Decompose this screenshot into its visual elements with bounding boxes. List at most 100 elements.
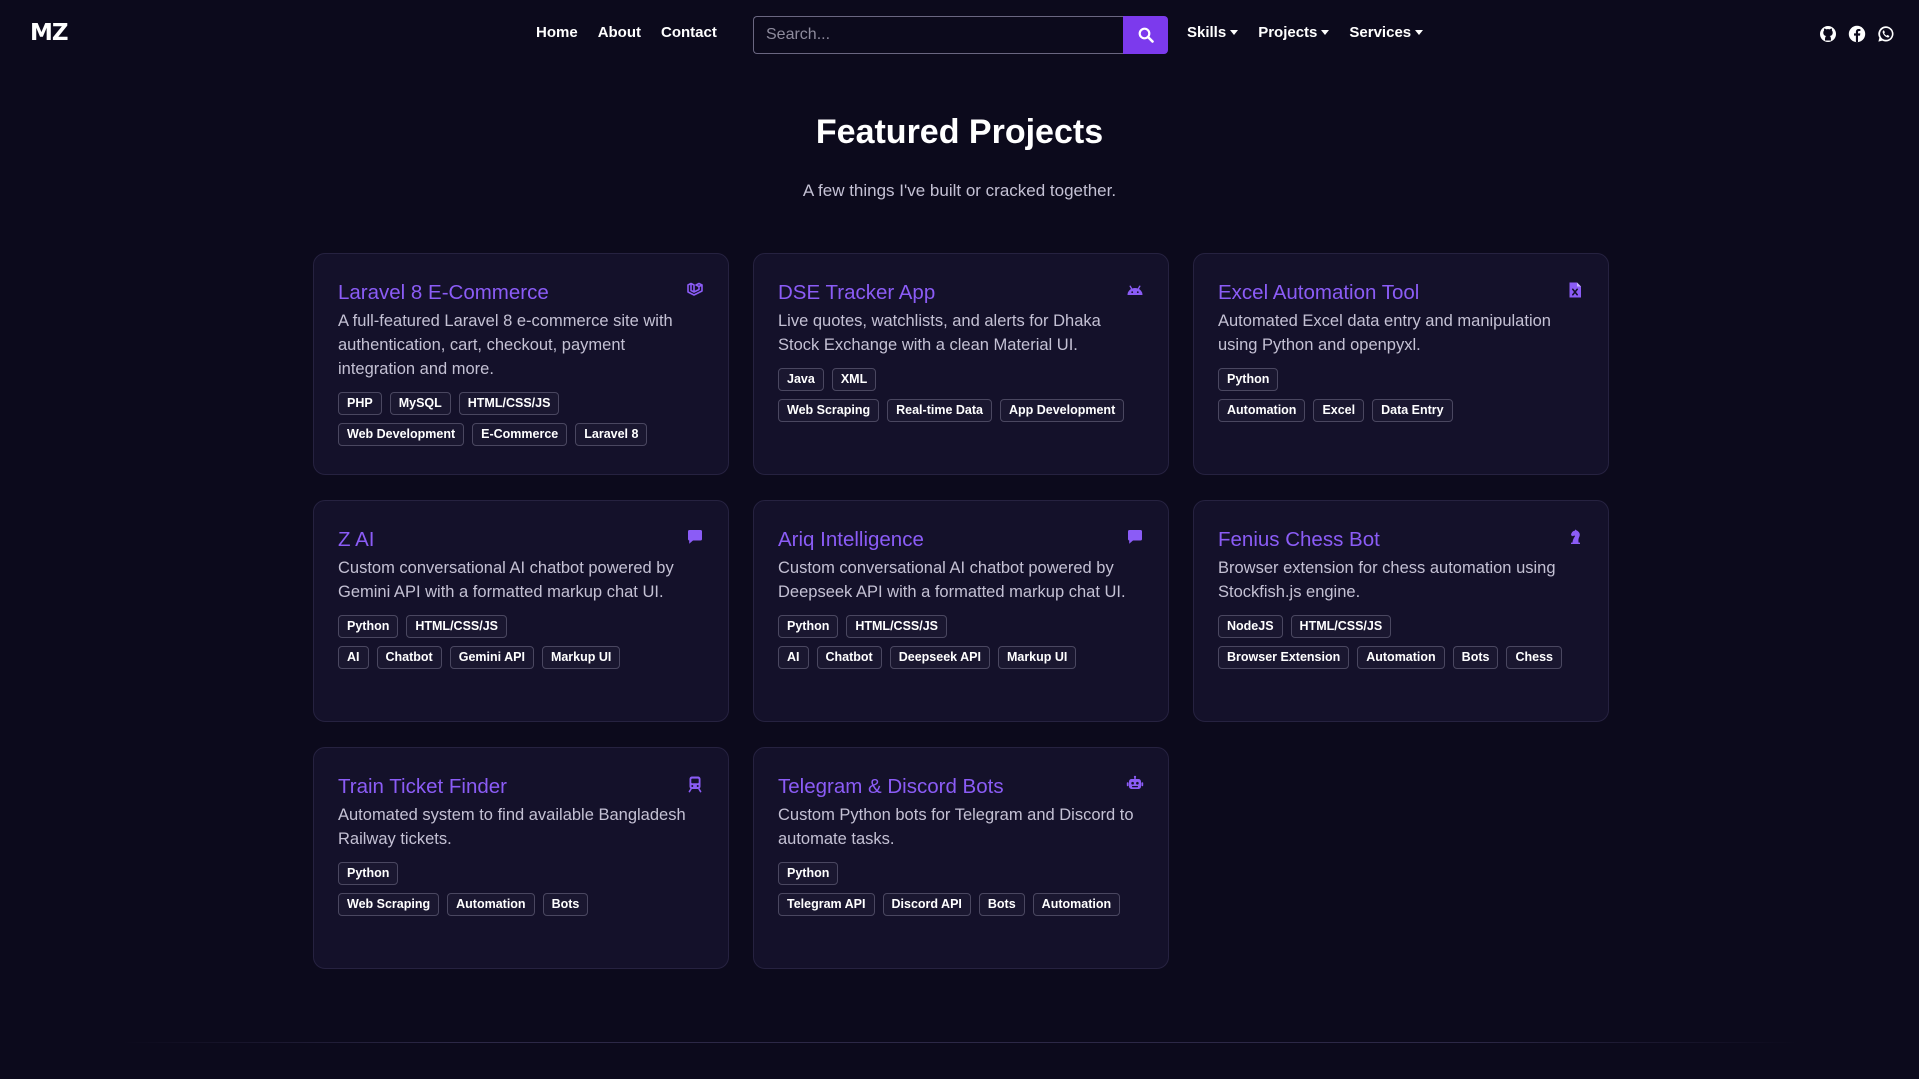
- tech-tag: Python: [778, 615, 839, 638]
- category-tags: AI Chatbot Gemini API Markup UI: [338, 646, 704, 669]
- tech-tags: Python: [338, 862, 704, 885]
- category-tag: Automation: [447, 893, 535, 916]
- project-title[interactable]: Excel Automation Tool: [1218, 278, 1584, 308]
- category-tag: Discord API: [882, 893, 971, 916]
- search-input[interactable]: [753, 16, 1123, 54]
- category-tag: Bots: [1452, 646, 1499, 669]
- project-description: Custom conversational AI chatbot powered…: [338, 559, 674, 601]
- nav-dropdowns: Skills Projects Services: [1187, 24, 1424, 41]
- projects-grid: Laravel 8 E-Commerce A full-featured Lar…: [313, 253, 1609, 969]
- project-title[interactable]: Train Ticket Finder: [338, 772, 704, 802]
- whatsapp-icon[interactable]: [1877, 25, 1895, 43]
- project-description: Browser extension for chess automation u…: [1218, 559, 1556, 601]
- category-tag: Markup UI: [997, 646, 1077, 669]
- category-tag: App Development: [999, 399, 1125, 422]
- dropdown-projects[interactable]: Projects: [1258, 24, 1330, 41]
- project-card-train-ticket-finder[interactable]: Train Ticket Finder Automated system to …: [313, 747, 729, 969]
- project-title[interactable]: DSE Tracker App: [778, 278, 1144, 308]
- project-description: Custom Python bots for Telegram and Disc…: [778, 806, 1134, 848]
- category-tags: Web Scraping Automation Bots: [338, 893, 704, 916]
- project-description: Automated Excel data entry and manipulat…: [1218, 312, 1551, 354]
- caret-down-icon: [1415, 30, 1424, 35]
- project-card-laravel-ecommerce[interactable]: Laravel 8 E-Commerce A full-featured Lar…: [313, 253, 729, 475]
- category-tag: AI: [778, 646, 809, 669]
- tech-tags: Python: [1218, 368, 1584, 391]
- project-title[interactable]: Ariq Intelligence: [778, 525, 1144, 555]
- category-tag: Web Scraping: [778, 399, 880, 422]
- category-tag: AI: [338, 646, 369, 669]
- tech-tag: HTML/CSS/JS: [1290, 615, 1392, 638]
- dropdown-skills-label: Skills: [1187, 24, 1227, 41]
- project-title[interactable]: Fenius Chess Bot: [1218, 525, 1584, 555]
- train-icon: [688, 776, 702, 793]
- chess-knight-icon: [1571, 529, 1580, 544]
- category-tag: Excel: [1313, 399, 1365, 422]
- tech-tag: XML: [831, 368, 877, 391]
- search-icon: [1138, 27, 1154, 43]
- project-card-fenius-chess-bot[interactable]: Fenius Chess Bot Browser extension for c…: [1193, 500, 1609, 722]
- category-tag: Automation: [1357, 646, 1445, 669]
- project-description: Custom conversational AI chatbot powered…: [778, 559, 1126, 601]
- category-tag: Web Development: [338, 423, 465, 446]
- category-tag: Laravel 8: [575, 423, 648, 446]
- project-card-ariq-intelligence[interactable]: Ariq Intelligence Custom conversational …: [753, 500, 1169, 722]
- chat-icon: [1128, 530, 1142, 544]
- facebook-icon[interactable]: [1848, 25, 1866, 43]
- section-title: Featured Projects: [815, 113, 1104, 151]
- category-tag: Data Entry: [1372, 399, 1453, 422]
- navbar: MZ Home About Contact Skills Projects Se…: [0, 0, 1919, 68]
- tech-tag: Java: [778, 368, 824, 391]
- tech-tags: Python: [778, 862, 1144, 885]
- project-card-dse-tracker[interactable]: DSE Tracker App Live quotes, watchlists,…: [753, 253, 1169, 475]
- category-tag: Real-time Data: [887, 399, 992, 422]
- category-tags: Browser Extension Automation Bots Chess: [1218, 646, 1584, 669]
- tech-tag: HTML/CSS/JS: [458, 392, 560, 415]
- dropdown-services[interactable]: Services: [1349, 24, 1424, 41]
- tech-tag: MySQL: [389, 392, 451, 415]
- site-logo[interactable]: MZ: [30, 20, 69, 46]
- footer-divider: [120, 1042, 1800, 1043]
- project-card-excel-automation[interactable]: Excel Automation Tool Automated Excel da…: [1193, 253, 1609, 475]
- tech-tags: Python HTML/CSS/JS: [778, 615, 1144, 638]
- project-description: A full-featured Laravel 8 e-commerce sit…: [338, 312, 673, 378]
- category-tag: Automation: [1218, 399, 1306, 422]
- category-tag: Deepseek API: [889, 646, 990, 669]
- project-title[interactable]: Laravel 8 E-Commerce: [338, 278, 704, 308]
- tech-tag: Python: [778, 862, 839, 885]
- nav-links: Home About Contact: [536, 24, 717, 41]
- search-button[interactable]: [1123, 16, 1168, 54]
- tech-tag: Python: [338, 615, 399, 638]
- category-tag: Telegram API: [778, 893, 875, 916]
- tech-tag: PHP: [338, 392, 382, 415]
- category-tag: Chatbot: [816, 646, 882, 669]
- project-description: Automated system to find available Bangl…: [338, 806, 686, 848]
- project-card-telegram-discord-bots[interactable]: Telegram & Discord Bots Custom Python bo…: [753, 747, 1169, 969]
- category-tags: AI Chatbot Deepseek API Markup UI: [778, 646, 1144, 669]
- android-icon: [1127, 285, 1143, 295]
- dropdown-skills[interactable]: Skills: [1187, 24, 1239, 41]
- github-icon[interactable]: [1819, 25, 1837, 43]
- dropdown-services-label: Services: [1349, 24, 1412, 41]
- tech-tags: PHP MySQL HTML/CSS/JS: [338, 392, 704, 415]
- search-form: [753, 16, 1168, 54]
- tech-tags: NodeJS HTML/CSS/JS: [1218, 615, 1584, 638]
- project-card-z-ai[interactable]: Z AI Custom conversational AI chatbot po…: [313, 500, 729, 722]
- nav-link-about[interactable]: About: [598, 24, 641, 41]
- chat-icon: [688, 530, 702, 544]
- tech-tags: Java XML: [778, 368, 1144, 391]
- category-tag: Bots: [978, 893, 1025, 916]
- category-tag: Chess: [1506, 646, 1562, 669]
- category-tag: Chatbot: [376, 646, 442, 669]
- robot-icon: [1126, 775, 1144, 789]
- caret-down-icon: [1230, 30, 1239, 35]
- category-tags: Automation Excel Data Entry: [1218, 399, 1584, 422]
- category-tag: Bots: [542, 893, 589, 916]
- project-title[interactable]: Z AI: [338, 525, 704, 555]
- tech-tag: NodeJS: [1218, 615, 1283, 638]
- nav-link-home[interactable]: Home: [536, 24, 578, 41]
- nav-link-contact[interactable]: Contact: [661, 24, 717, 41]
- category-tag: Automation: [1032, 893, 1121, 916]
- category-tag: Markup UI: [541, 646, 621, 669]
- project-title[interactable]: Telegram & Discord Bots: [778, 772, 1144, 802]
- category-tag: Browser Extension: [1218, 646, 1350, 669]
